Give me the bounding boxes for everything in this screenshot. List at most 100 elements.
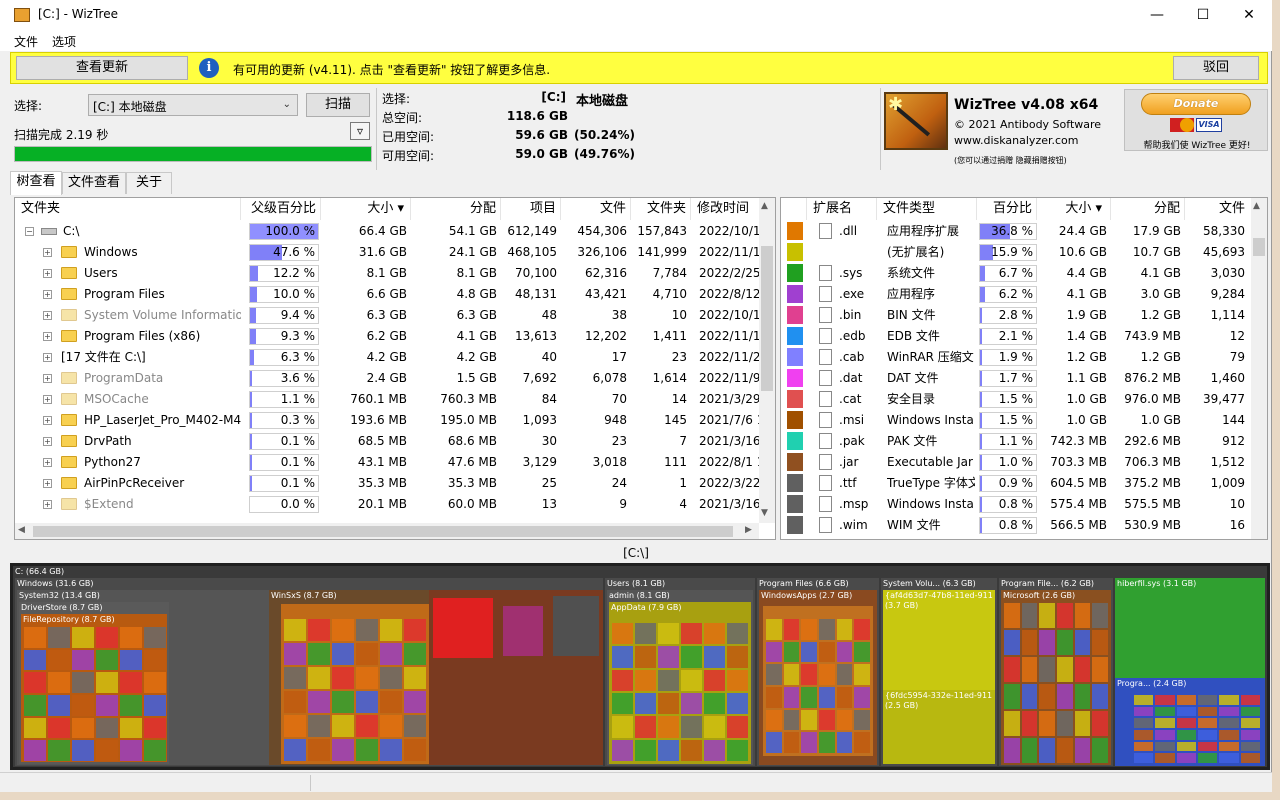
treemap-file-block[interactable] [120, 672, 142, 693]
treemap-file-block[interactable] [284, 619, 306, 641]
treemap-file-block[interactable] [72, 627, 94, 648]
treemap-file-block[interactable] [681, 739, 702, 761]
header-files[interactable]: 文件 [561, 198, 631, 220]
tree-row[interactable]: + $Extend 0.0 % 20.1 MB 60.0 MB 13 9 4 2021/3/16 [15, 494, 760, 515]
treemap-file-block[interactable] [783, 664, 800, 685]
drive-select[interactable]: [C:] 本地磁盘 ⌄ [88, 94, 298, 116]
treemap-file-block[interactable] [836, 641, 853, 663]
extension-row[interactable]: .cab WinRAR 压缩文 1.9 % 1.2 GB 1.2 GB 79 [781, 347, 1251, 368]
treemap-file-block[interactable] [1057, 603, 1073, 628]
extension-row[interactable]: .msi Windows Installe 1.5 % 1.0 GB 1.0 GB 144 [781, 410, 1251, 431]
tab-about[interactable]: 关于 [126, 172, 172, 194]
extension-row[interactable]: .dll 应用程序扩展 36.8 % 24.4 GB 17.9 GB 58,330 [781, 221, 1251, 242]
extension-row[interactable]: .wim WIM 文件 0.8 % 566.5 MB 530.9 MB 16 [781, 515, 1251, 536]
treemap-file-block[interactable] [1155, 753, 1175, 763]
treemap-file-block[interactable] [1021, 684, 1038, 709]
treemap-file-block[interactable] [704, 739, 725, 761]
treemap-file-block[interactable] [332, 691, 354, 713]
treemap-file-block[interactable] [1219, 730, 1239, 740]
treemap-block-magenta[interactable] [503, 606, 543, 656]
tree-horizontal-scrollbar[interactable]: ◀ ▶ [15, 523, 759, 539]
ext-vertical-scrollbar[interactable]: ▲ [1251, 198, 1267, 539]
treemap-file-block[interactable] [836, 709, 853, 731]
treemap-file-block[interactable] [1039, 684, 1055, 709]
treemap-file-block[interactable] [819, 732, 835, 753]
tree-row[interactable]: + AirPinPcReceiver 0.1 % 35.3 MB 35.3 MB 25 24… [15, 473, 760, 494]
treemap-file-block[interactable] [332, 715, 354, 737]
header-extension[interactable]: 扩展名 [807, 198, 877, 220]
treemap-file-block[interactable] [801, 641, 817, 663]
treemap-file-block[interactable] [766, 641, 782, 663]
treemap-file-block[interactable] [308, 715, 330, 737]
treemap-file-block[interactable] [783, 687, 800, 708]
treemap-file-block[interactable] [96, 740, 118, 761]
header-items[interactable]: 项目 [501, 198, 561, 220]
treemap-file-block[interactable] [1021, 738, 1038, 763]
treemap-file-block[interactable] [612, 623, 633, 645]
treemap-file-block[interactable] [380, 643, 402, 665]
treemap-file-block[interactable] [356, 691, 378, 713]
treemap-file-block[interactable] [96, 627, 118, 648]
treemap-file-block[interactable] [658, 623, 679, 645]
treemap-file-block[interactable] [1219, 695, 1239, 705]
treemap-file-block[interactable] [120, 740, 142, 761]
treemap-file-block[interactable] [380, 619, 402, 641]
treemap-file-block[interactable] [72, 740, 94, 761]
treemap-file-block[interactable] [727, 693, 748, 715]
extension-row[interactable]: .exe 应用程序 6.2 % 4.1 GB 3.0 GB 9,284 [781, 284, 1251, 305]
treemap-file-block[interactable] [404, 739, 426, 761]
treemap-file-block[interactable] [144, 672, 166, 693]
treemap-file-block[interactable] [1198, 706, 1218, 717]
minimize-button[interactable]: — [1134, 0, 1180, 30]
treemap-file-block[interactable] [1004, 657, 1020, 682]
treemap-file-block[interactable] [48, 649, 70, 671]
brand-url[interactable]: www.diskanalyzer.com [954, 134, 1079, 147]
treemap-file-block[interactable] [1004, 711, 1020, 736]
treemap-file-block[interactable] [1176, 753, 1196, 763]
treemap-file-block[interactable] [635, 623, 656, 645]
treemap-file-block[interactable] [48, 627, 70, 648]
treemap-file-block[interactable] [854, 687, 870, 708]
treemap-file-block[interactable] [380, 691, 402, 713]
treemap-file-block[interactable] [1155, 718, 1175, 728]
treemap-file-block[interactable] [1240, 706, 1260, 717]
treemap-file-block[interactable] [120, 627, 142, 648]
treemap-file-block[interactable] [704, 693, 725, 715]
treemap-file-block[interactable] [1134, 718, 1154, 728]
treemap-file-block[interactable] [1039, 738, 1055, 763]
treemap-file-block[interactable] [681, 669, 702, 691]
extension-row[interactable]: .cat 安全目录 1.5 % 1.0 GB 976.0 MB 39,477 [781, 389, 1251, 410]
treemap-file-block[interactable] [1092, 657, 1108, 682]
expand-toggle-icon[interactable]: + [43, 332, 52, 341]
extension-row[interactable]: .edb EDB 文件 2.1 % 1.4 GB 743.9 MB 12 [781, 326, 1251, 347]
treemap-file-block[interactable] [681, 623, 702, 645]
extension-row[interactable]: .msp Windows Installe 0.8 % 575.4 MB 575.5 M… [781, 494, 1251, 515]
expand-toggle-icon[interactable]: + [43, 416, 52, 425]
treemap-file-block[interactable] [612, 646, 633, 668]
treemap-file-block[interactable] [1240, 718, 1260, 728]
treemap-file-block[interactable] [24, 649, 46, 671]
header-ext-allocated[interactable]: 分配 [1111, 198, 1185, 220]
treemap-file-block[interactable] [727, 669, 748, 691]
treemap-file-block[interactable] [48, 740, 70, 761]
treemap-file-block[interactable] [836, 732, 853, 753]
treemap-file-block[interactable] [1004, 630, 1020, 655]
treemap-file-block[interactable] [1240, 730, 1260, 740]
treemap-file-block[interactable] [308, 667, 330, 689]
treemap-file-block[interactable] [854, 709, 870, 731]
treemap-file-block[interactable] [356, 739, 378, 761]
treemap-file-block[interactable] [658, 739, 679, 761]
treemap-file-block[interactable] [284, 739, 306, 761]
treemap-file-block[interactable] [704, 646, 725, 668]
treemap-file-block[interactable] [380, 715, 402, 737]
treemap-file-block[interactable] [1155, 706, 1175, 717]
tree-row[interactable]: + MSOCache 1.1 % 760.1 MB 760.3 MB 84 70 14 2021… [15, 389, 760, 410]
extension-row[interactable]: .dat DAT 文件 1.7 % 1.1 GB 876.2 MB 1,460 [781, 368, 1251, 389]
treemap-file-block[interactable] [766, 664, 782, 685]
treemap-file-block[interactable] [658, 646, 679, 668]
treemap-file-block[interactable] [783, 641, 800, 663]
expand-toggle-icon[interactable]: + [43, 374, 52, 383]
treemap-file-block[interactable] [404, 667, 426, 689]
tree-hscroll-thumb[interactable] [33, 526, 733, 537]
treemap-file-block[interactable] [96, 672, 118, 693]
